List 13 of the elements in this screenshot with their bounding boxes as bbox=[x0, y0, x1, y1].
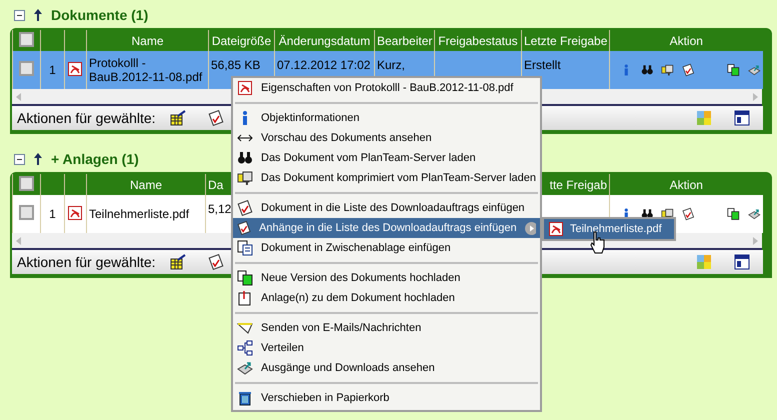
row-number: 1 bbox=[49, 63, 56, 77]
row-number: 1 bbox=[49, 207, 56, 221]
table-cell: 5,12 bbox=[208, 202, 232, 216]
section-title: Dokumente (1) bbox=[51, 7, 148, 23]
table-cell: Erstellt bbox=[524, 58, 561, 72]
table-cell: Kurz, bbox=[377, 58, 406, 72]
actions-label: Aktionen für gewählte: bbox=[17, 110, 156, 126]
section-title: + Anlagen (1) bbox=[51, 151, 139, 167]
table-cell: 56,85 KB bbox=[211, 58, 260, 72]
actions-label: Aktionen für gewählte: bbox=[17, 254, 156, 270]
table-cell: 07.12.2012 17:02 bbox=[277, 58, 370, 72]
table-cell: Protokolll - BauB.2012-11-08.pdf bbox=[89, 56, 202, 84]
table-cell: Teilnehmerliste.pdf bbox=[89, 207, 190, 221]
